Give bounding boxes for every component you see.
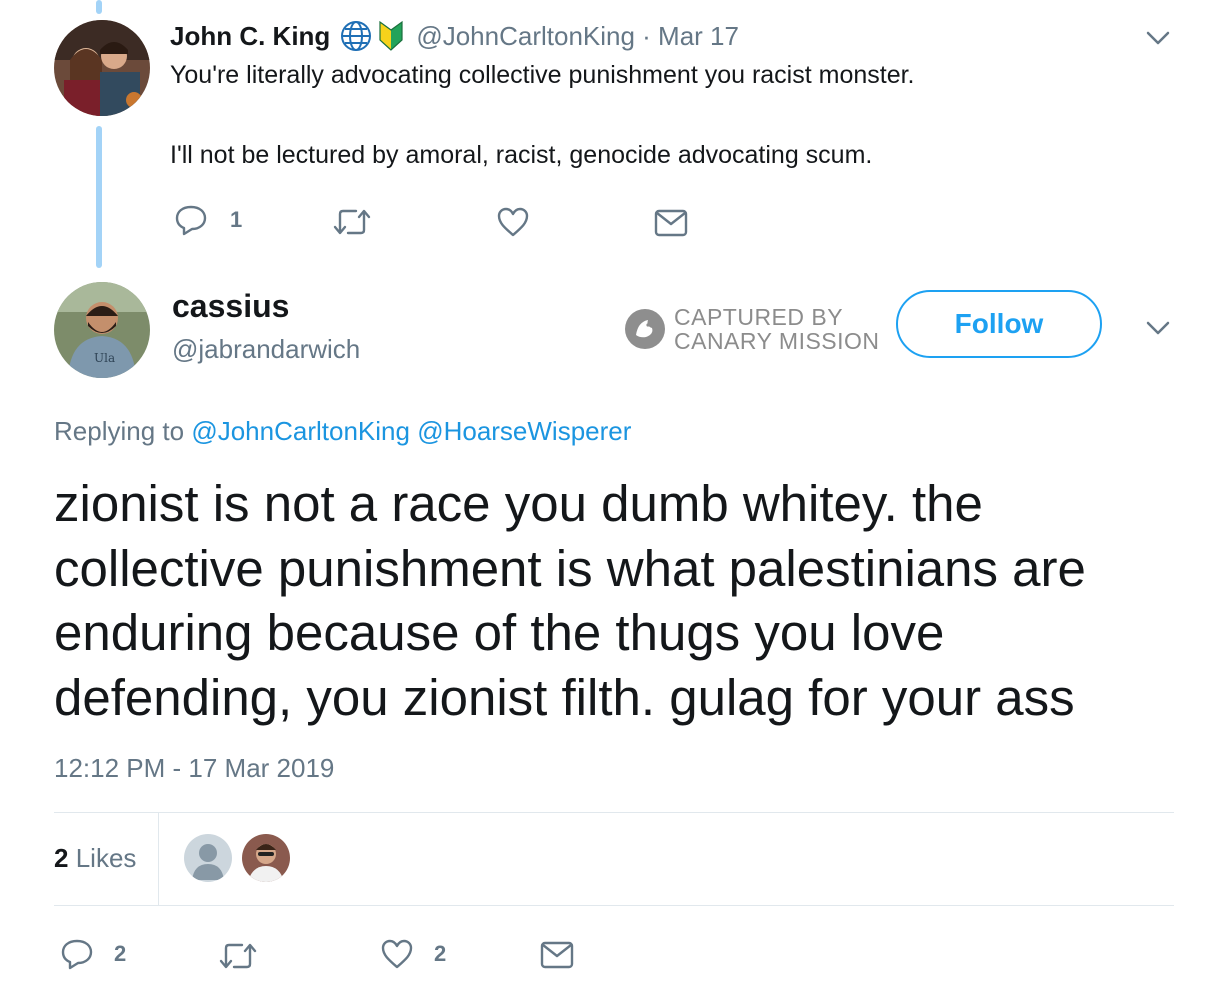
watermark-line: CAPTURED BY — [674, 304, 844, 330]
mention-link[interactable]: @JohnCarltonKing — [191, 416, 410, 446]
like-count: 2 — [434, 941, 447, 966]
follow-button[interactable]: Follow — [896, 290, 1102, 358]
watermark-line: CANARY MISSION — [674, 328, 880, 354]
globe-icon — [340, 20, 372, 52]
author-name[interactable]: John C. King — [170, 21, 330, 52]
thread-line — [96, 126, 102, 268]
likes-count: 2 — [54, 843, 69, 873]
reply-count: 2 — [114, 941, 127, 966]
reply-count: 1 — [230, 207, 243, 232]
author-name[interactable]: cassius — [172, 288, 289, 325]
avatar[interactable] — [54, 20, 150, 116]
tweet-text-line: collective punishment is what palestinia… — [54, 539, 1086, 597]
reply-icon — [174, 204, 208, 236]
tweet-text-line: You're literally advocating collective p… — [170, 61, 915, 89]
message-icon[interactable] — [540, 940, 574, 970]
chevron-down-icon[interactable] — [1146, 320, 1170, 336]
replying-to-label: Replying to — [54, 416, 185, 446]
likes-stat[interactable]: 2 Likes — [54, 843, 136, 874]
svg-text:Ula: Ula — [94, 351, 115, 365]
tweet-text-line: enduring because of the thugs you love — [54, 604, 945, 661]
divider — [54, 812, 1174, 813]
heart-icon[interactable] — [496, 206, 530, 238]
tweet-header: John C. King @JohnCarltonKing · Mar 17 — [170, 18, 739, 54]
tweet-text: zionist is not a race you dumb whitey. t… — [54, 472, 1086, 730]
likes-label: Likes — [75, 843, 137, 873]
liker-avatar[interactable] — [184, 834, 232, 882]
reply-icon — [60, 938, 94, 970]
divider — [54, 905, 1174, 906]
tweet-text-line: I'll not be lectured by amoral, racist, … — [170, 141, 873, 169]
chevron-down-icon[interactable] — [1146, 30, 1170, 46]
like-action[interactable]: 2 — [380, 938, 446, 970]
replying-to: Replying to @JohnCarltonKing @HoarseWisp… — [54, 416, 631, 447]
avatar[interactable]: Ula — [54, 282, 150, 378]
vertical-divider — [158, 813, 159, 905]
reply-action[interactable]: 1 — [174, 204, 242, 236]
handle-date: @JohnCarltonKing · Mar 17 — [416, 20, 739, 51]
thread-line-top — [96, 0, 102, 14]
mention-link[interactable]: @HoarseWisperer — [417, 416, 631, 446]
reply-action[interactable]: 2 — [60, 938, 126, 970]
liker-avatar[interactable] — [242, 834, 290, 882]
tweet-timestamp[interactable]: 12:12 PM - 17 Mar 2019 — [54, 753, 334, 784]
heart-icon — [380, 938, 414, 970]
author-handle[interactable]: @jabrandarwich — [172, 334, 360, 365]
canary-logo-icon — [624, 308, 666, 350]
beginner-badge-icon — [378, 20, 404, 52]
message-icon[interactable] — [654, 208, 688, 238]
tweet-text-line: zionist is not a race you dumb whitey. t… — [54, 475, 983, 532]
retweet-icon[interactable] — [332, 206, 372, 238]
watermark: CAPTURED BY CANARY MISSION — [624, 305, 880, 353]
tweet-text-line: defending, you zionist filth. gulag for … — [54, 668, 1075, 726]
retweet-icon[interactable] — [218, 940, 258, 972]
